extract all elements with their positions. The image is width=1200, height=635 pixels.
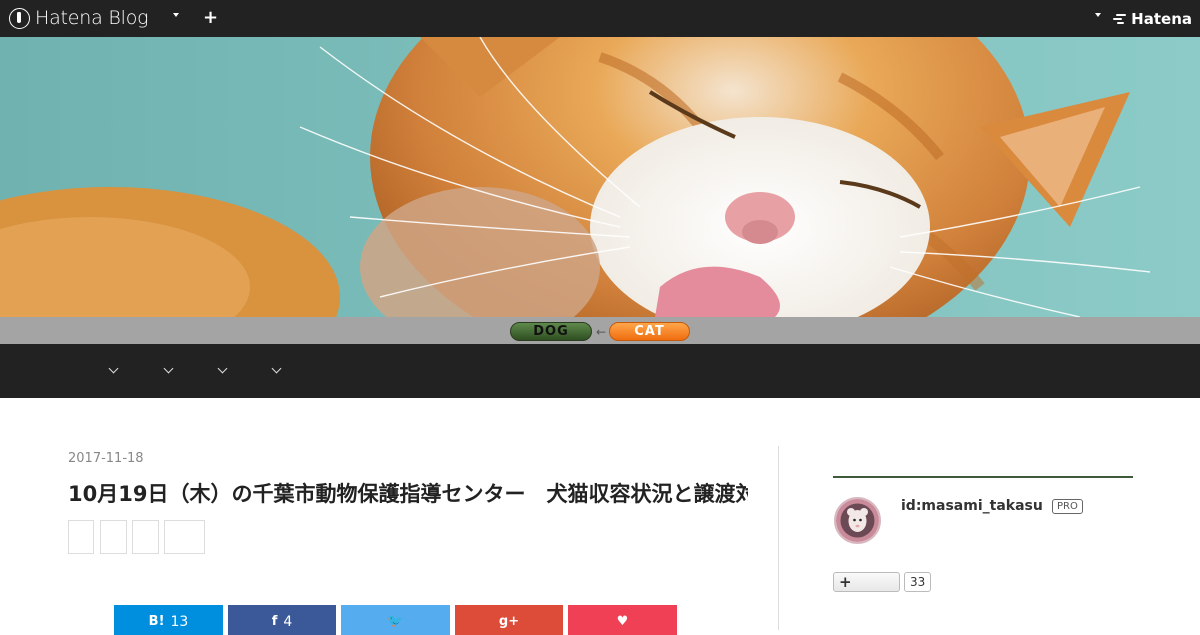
- category-tag[interactable]: [132, 520, 159, 554]
- user-id-link[interactable]: id:masami_takasu: [901, 498, 1043, 514]
- facebook-share-button[interactable]: f 4: [228, 605, 336, 635]
- category-tag[interactable]: [68, 520, 94, 554]
- google-plus-icon: g+: [498, 614, 520, 629]
- nav-dropdown-1-chevron-down-icon[interactable]: [108, 362, 122, 376]
- hatena-logo[interactable]: Hatena: [1113, 10, 1192, 28]
- hatena-logo-text: Hatena: [1131, 10, 1192, 28]
- bookmark-count: 13: [170, 614, 189, 630]
- follow-button[interactable]: +: [833, 572, 900, 592]
- dog-blog-button[interactable]: DOG: [510, 322, 592, 341]
- new-entry-button[interactable]: +: [203, 7, 218, 29]
- pocket-share-button[interactable]: ♥: [568, 605, 677, 635]
- pocket-icon: ♥: [616, 614, 629, 629]
- cat-blog-button[interactable]: CAT: [609, 322, 690, 341]
- avatar[interactable]: [834, 497, 881, 544]
- entry-title[interactable]: 10月19日（木）の千葉市動物保護指導センター 犬猫収容状況と譲渡対象の動物（犬…: [68, 480, 748, 508]
- hatena-blog-logo-icon: [9, 7, 30, 29]
- plus-icon: +: [839, 573, 852, 591]
- pro-badge: PRO: [1052, 499, 1083, 514]
- header-image[interactable]: [0, 37, 1200, 317]
- google-plus-share-button[interactable]: g+: [455, 605, 563, 635]
- facebook-count: 4: [283, 614, 293, 630]
- blog-menu-caret-icon[interactable]: [173, 13, 179, 17]
- arrow-left-icon: ←: [596, 325, 607, 339]
- sidebar-section-rule: [833, 476, 1133, 478]
- category-nav: [0, 344, 1200, 398]
- twitter-icon: 🐦: [387, 614, 404, 629]
- category-tag[interactable]: [100, 520, 127, 554]
- nav-dropdown-2-chevron-down-icon[interactable]: [163, 362, 177, 376]
- global-header: Hatena Blog + Hatena: [0, 0, 1200, 37]
- column-divider: [778, 446, 779, 630]
- account-menu-caret-icon[interactable]: [1095, 13, 1101, 17]
- share-buttons: B! 13 f 4 🐦 g+ ♥: [114, 605, 677, 635]
- entry-date[interactable]: 2017-11-18: [68, 451, 144, 466]
- cat-header-illustration: [0, 37, 1200, 317]
- hatena-bookmark-share-button[interactable]: B! 13: [114, 605, 223, 635]
- hatena-mark-icon: [1113, 13, 1127, 25]
- hatena-blog-logo[interactable]: Hatena Blog: [9, 7, 149, 29]
- hatena-blog-brand-text: Hatena Blog: [35, 7, 149, 29]
- twitter-share-button[interactable]: 🐦: [341, 605, 450, 635]
- nav-dropdown-3-chevron-down-icon[interactable]: [217, 362, 231, 376]
- facebook-icon: f: [271, 614, 278, 629]
- user-avatar-image: [836, 499, 879, 542]
- blog-switch-bar: DOG ← CAT: [0, 317, 1200, 344]
- follower-count[interactable]: 33: [904, 572, 932, 592]
- category-tag[interactable]: [164, 520, 205, 554]
- hatena-bookmark-icon: B!: [148, 614, 165, 629]
- nav-dropdown-4-chevron-down-icon[interactable]: [271, 362, 285, 376]
